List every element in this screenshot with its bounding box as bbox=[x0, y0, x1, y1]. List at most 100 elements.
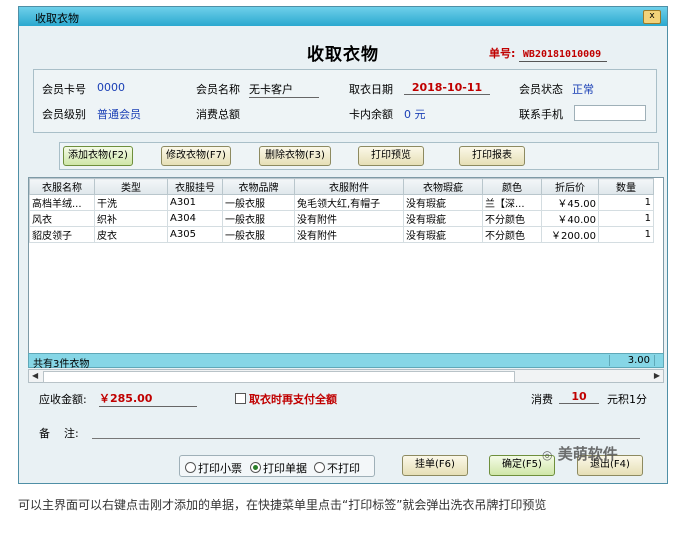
summary-count: 共有3件衣物 bbox=[33, 359, 90, 370]
cell[interactable]: 没有瑕疵 bbox=[403, 210, 483, 227]
order-number-value: WB20181010009 bbox=[518, 49, 608, 62]
cell[interactable]: 貂皮领子 bbox=[29, 226, 95, 243]
print-options: 打印小票 打印单据 不打印 bbox=[179, 455, 375, 477]
name-value[interactable]: 无卡客户 bbox=[249, 81, 319, 98]
table-header-row: 衣服名称 类型 衣服挂号 衣物品牌 衣服附件 衣物瑕疵 颜色 折后价 数量 bbox=[29, 178, 654, 195]
caption-text: 可以主界面可以右键点击刚才添加的单据，在快捷菜单里点击“打印标签”就会弹出洗衣吊… bbox=[18, 498, 547, 512]
radio-label: 打印小票 bbox=[198, 462, 242, 475]
cell[interactable]: 一般衣服 bbox=[222, 194, 295, 211]
clothes-table-grid: 衣服名称 类型 衣服挂号 衣物品牌 衣服附件 衣物瑕疵 颜色 折后价 数量 高档… bbox=[29, 178, 654, 243]
cell[interactable]: 皮衣 bbox=[94, 226, 168, 243]
scroll-left-icon[interactable]: ◀ bbox=[32, 371, 38, 380]
phone-label: 联系手机 bbox=[519, 108, 563, 121]
cell[interactable]: ￥200.00 bbox=[541, 226, 599, 243]
pay-on-pickup-label: 取衣时再支付全额 bbox=[249, 393, 337, 406]
order-number: 单号: WB20181010009 bbox=[489, 45, 608, 62]
col-tag[interactable]: 衣服挂号 bbox=[167, 178, 223, 195]
toolbar: 添加衣物(F2) 修改衣物(F7) 删除衣物(F3) 打印预览 打印报表 bbox=[59, 142, 659, 170]
page-title: 收取衣物 bbox=[307, 45, 379, 65]
cell[interactable]: 兰【深... bbox=[482, 194, 542, 211]
balance-label: 卡内余额 bbox=[349, 108, 393, 121]
order-number-label: 单号: bbox=[489, 47, 516, 60]
clothes-table: 衣服名称 类型 衣服挂号 衣物品牌 衣服附件 衣物瑕疵 颜色 折后价 数量 高档… bbox=[28, 177, 664, 367]
print-report-button[interactable]: 打印报表 bbox=[459, 146, 525, 166]
remark-input[interactable] bbox=[92, 437, 640, 439]
cell[interactable]: 一般衣服 bbox=[222, 226, 295, 243]
total-label: 消费总额 bbox=[196, 108, 240, 121]
horizontal-scrollbar[interactable]: ◀ ▶ bbox=[28, 369, 664, 383]
watermark: ◎ 美萌软件 bbox=[542, 443, 618, 464]
cell[interactable]: 1 bbox=[598, 210, 654, 227]
delete-clothes-button[interactable]: 删除衣物(F3) bbox=[259, 146, 331, 166]
table-row[interactable]: 风衣 织补 A304 一般衣服 没有附件 没有瑕疵 不分颜色 ￥40.00 1 bbox=[29, 210, 654, 227]
cell[interactable]: 织补 bbox=[94, 210, 168, 227]
col-color[interactable]: 颜色 bbox=[482, 178, 542, 195]
radio-icon[interactable] bbox=[314, 462, 325, 473]
radio-no-print[interactable]: 不打印 bbox=[314, 460, 360, 476]
summary-bar: 共有3件衣物 3.00 bbox=[28, 353, 664, 370]
cell[interactable]: 没有瑕疵 bbox=[403, 226, 483, 243]
cell[interactable]: 一般衣服 bbox=[222, 210, 295, 227]
col-attachment[interactable]: 衣服附件 bbox=[294, 178, 404, 195]
radio-label: 打印单据 bbox=[263, 462, 307, 475]
radio-icon[interactable] bbox=[185, 462, 196, 473]
close-button[interactable]: x bbox=[643, 10, 661, 24]
add-clothes-button[interactable]: 添加衣物(F2) bbox=[63, 146, 133, 166]
pay-on-pickup-checkbox[interactable]: 取衣时再支付全额 bbox=[235, 391, 337, 407]
card-label: 会员卡号 bbox=[42, 83, 86, 96]
status-value: 正常 bbox=[572, 83, 594, 96]
cell[interactable]: 不分颜色 bbox=[482, 210, 542, 227]
cell[interactable]: 不分颜色 bbox=[482, 226, 542, 243]
member-info-panel: 会员卡号 0000 会员名称 无卡客户 取衣日期 2018-10-11 会员状态… bbox=[33, 69, 657, 133]
cell[interactable]: 1 bbox=[598, 194, 654, 211]
col-type[interactable]: 类型 bbox=[94, 178, 168, 195]
cell[interactable]: A301 bbox=[167, 194, 223, 211]
print-preview-button[interactable]: 打印预览 bbox=[358, 146, 424, 166]
wechat-icon: ◎ bbox=[542, 448, 553, 462]
cell[interactable]: ￥40.00 bbox=[541, 210, 599, 227]
phone-input[interactable] bbox=[574, 105, 646, 121]
card-value: 0000 bbox=[97, 81, 125, 94]
points-value[interactable]: 10 bbox=[559, 390, 599, 404]
radio-print-receipt[interactable]: 打印单据 bbox=[250, 460, 307, 476]
table-row[interactable]: 貂皮领子 皮衣 A305 一般衣服 没有附件 没有瑕疵 不分颜色 ￥200.00… bbox=[29, 226, 654, 243]
scroll-right-icon[interactable]: ▶ bbox=[654, 371, 660, 380]
col-brand[interactable]: 衣物品牌 bbox=[222, 178, 295, 195]
checkbox-icon[interactable] bbox=[235, 393, 246, 404]
summary-total: 3.00 bbox=[609, 355, 655, 366]
balance-value: 0 元 bbox=[404, 108, 426, 121]
radio-print-ticket[interactable]: 打印小票 bbox=[185, 460, 242, 476]
cell[interactable]: 1 bbox=[598, 226, 654, 243]
cell[interactable]: A304 bbox=[167, 210, 223, 227]
cell[interactable]: ￥45.00 bbox=[541, 194, 599, 211]
title-bar: 收取衣物 x bbox=[19, 7, 667, 26]
cell[interactable]: 高档羊绒... bbox=[29, 194, 95, 211]
scroll-thumb[interactable] bbox=[43, 371, 515, 383]
table-row[interactable]: 高档羊绒... 干洗 A301 一般衣服 兔毛领大红,有帽子 没有瑕疵 兰【深.… bbox=[29, 194, 654, 211]
col-qty[interactable]: 数量 bbox=[598, 178, 654, 195]
cell[interactable]: 兔毛领大红,有帽子 bbox=[294, 194, 404, 211]
col-price[interactable]: 折后价 bbox=[541, 178, 599, 195]
date-value[interactable]: 2018-10-11 bbox=[404, 81, 490, 95]
level-value: 普通会员 bbox=[97, 108, 141, 121]
remark-label: 备 注: bbox=[39, 427, 79, 440]
cell[interactable]: 没有附件 bbox=[294, 210, 404, 227]
edit-clothes-button[interactable]: 修改衣物(F7) bbox=[161, 146, 231, 166]
radio-selected-icon[interactable] bbox=[250, 462, 261, 473]
hang-order-button[interactable]: 挂单(F6) bbox=[402, 455, 468, 476]
cell[interactable]: A305 bbox=[167, 226, 223, 243]
points-label: 消费 bbox=[531, 393, 553, 406]
cell[interactable]: 风衣 bbox=[29, 210, 95, 227]
points-unit: 元积1分 bbox=[607, 393, 647, 406]
col-defect[interactable]: 衣物瑕疵 bbox=[403, 178, 483, 195]
date-label: 取衣日期 bbox=[349, 83, 393, 96]
level-label: 会员级别 bbox=[42, 108, 86, 121]
col-name[interactable]: 衣服名称 bbox=[29, 178, 95, 195]
cell[interactable]: 没有附件 bbox=[294, 226, 404, 243]
status-label: 会员状态 bbox=[519, 83, 563, 96]
receivable-label: 应收金额: bbox=[39, 393, 87, 406]
name-label: 会员名称 bbox=[196, 83, 240, 96]
cell[interactable]: 干洗 bbox=[94, 194, 168, 211]
receive-clothes-window: 收取衣物 x 收取衣物 单号: WB20181010009 会员卡号 0000 … bbox=[18, 6, 668, 484]
cell[interactable]: 没有瑕疵 bbox=[403, 194, 483, 211]
